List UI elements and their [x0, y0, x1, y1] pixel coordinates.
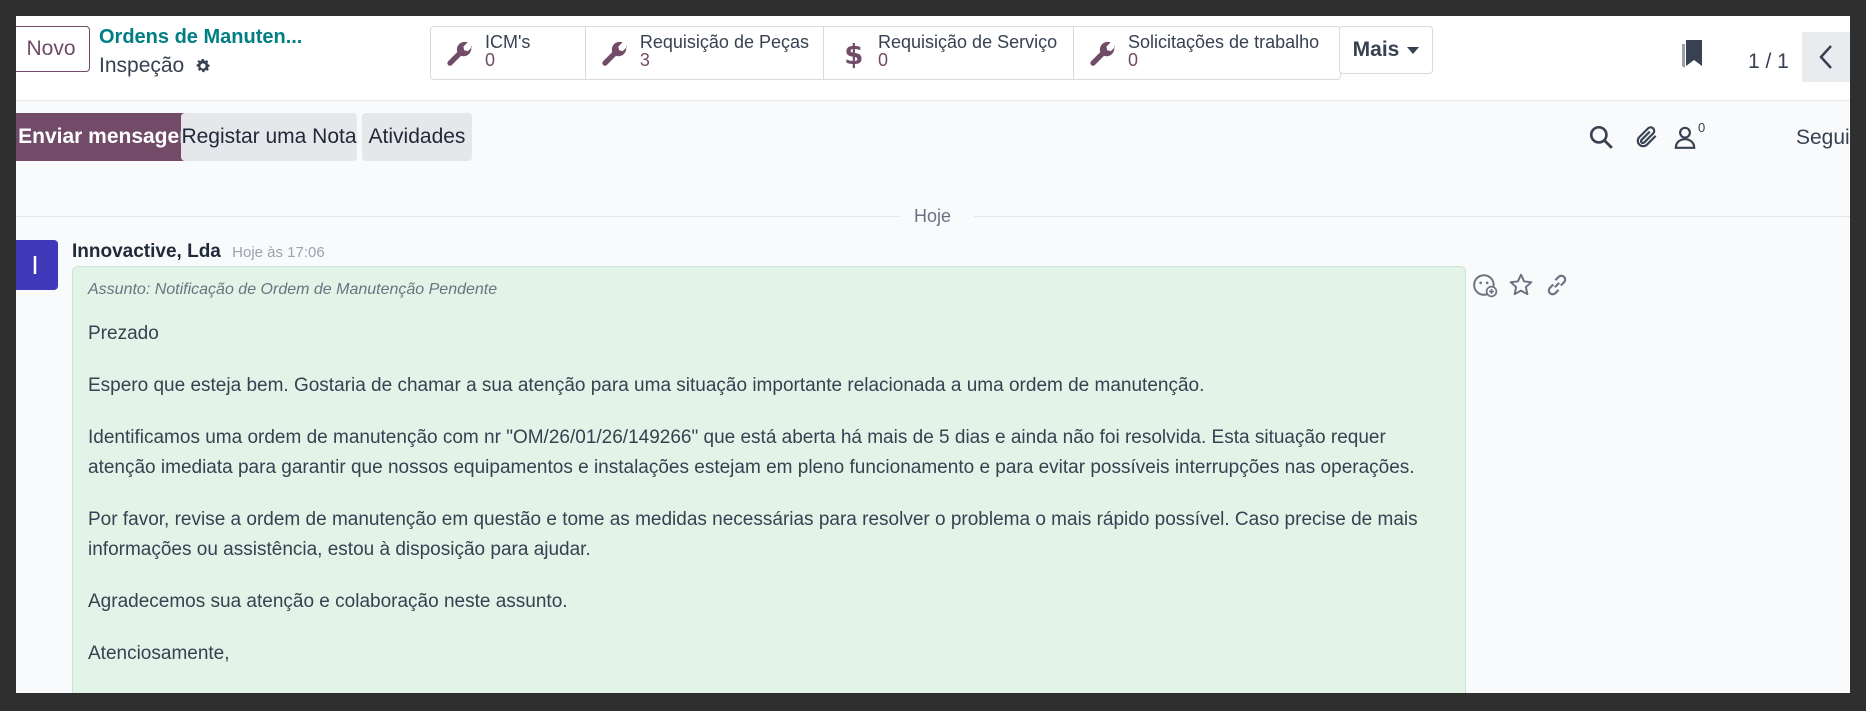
stat-value: 0 — [485, 50, 496, 70]
more-button[interactable]: Mais — [1339, 26, 1433, 74]
send-message-button[interactable]: Enviar mensagem — [16, 113, 204, 161]
bookmark-icon[interactable] — [1682, 40, 1702, 68]
wrench-icon — [602, 41, 628, 66]
separator-line — [974, 216, 1850, 217]
star-icon[interactable] — [1508, 272, 1534, 298]
message-paragraph: Agradecemos sua atenção e colaboração ne… — [88, 591, 568, 612]
message-author[interactable]: Innovactive, Lda — [72, 241, 221, 262]
stat-label: Solicitações de trabalho — [1128, 32, 1320, 52]
message-paragraph: Por favor, revise a ordem de manutenção … — [88, 509, 1418, 560]
message-paragraph: Identificamos uma ordem de manutenção co… — [88, 427, 1415, 478]
stat-value: 3 — [639, 50, 650, 70]
stat-button-icms[interactable]: ICM's 0 — [431, 27, 586, 79]
activities-button[interactable]: Atividades — [362, 113, 472, 161]
wrench-icon — [447, 41, 473, 66]
day-label: Hoje — [914, 206, 952, 226]
add-reaction-icon[interactable] — [1472, 272, 1498, 298]
separator-line — [16, 216, 900, 217]
message-paragraph: Atenciosamente, — [88, 643, 230, 664]
previous-record-button[interactable] — [1802, 32, 1850, 82]
pager-value[interactable]: 1 / 1 — [1748, 50, 1789, 74]
dollar-icon: $ — [844, 39, 863, 71]
follow-button[interactable]: Seguir — [1796, 126, 1850, 150]
caret-down-icon — [1407, 46, 1420, 54]
stat-label: ICM's — [485, 32, 531, 52]
paperclip-icon[interactable] — [1634, 124, 1660, 150]
stat-button-work-requests[interactable]: Solicitações de trabalho 0 — [1074, 27, 1340, 79]
day-separator: Hoje — [16, 202, 1850, 232]
breadcrumb-current: Inspeção — [99, 54, 212, 78]
search-icon[interactable] — [1588, 124, 1614, 150]
message-paragraph: Prezado — [88, 323, 159, 344]
more-label: Mais — [1352, 38, 1400, 61]
followers-icon[interactable] — [1672, 124, 1698, 150]
message-paragraph: Espero que esteja bem. Gostaria de chama… — [88, 375, 1205, 396]
message-body: Prezado Espero que esteja bem. Gostaria … — [88, 319, 1453, 691]
link-icon[interactable] — [1544, 272, 1570, 298]
stat-value: 0 — [1128, 50, 1139, 70]
message-subject: Assunto: Notificação de Ordem de Manuten… — [88, 281, 498, 298]
stat-value: 0 — [878, 50, 889, 70]
message-bubble: Assunto: Notificação de Ordem de Manuten… — [72, 266, 1466, 693]
chevron-left-icon — [1819, 45, 1832, 69]
followers-count: 0 — [1698, 120, 1706, 135]
control-panel: Novo Ordens de Manuten... Inspeção ICM's… — [16, 16, 1850, 101]
gear-icon[interactable] — [194, 57, 212, 75]
stat-label: Requisição de Peças — [639, 32, 809, 52]
message-actions — [1472, 272, 1570, 298]
stat-button-parts-requisition[interactable]: Requisição de Peças 3 — [586, 27, 824, 79]
svg-text:$: $ — [844, 39, 863, 71]
record-title: Inspeção — [99, 54, 185, 77]
app-window: Novo Ordens de Manuten... Inspeção ICM's… — [16, 16, 1850, 693]
log-note-button[interactable]: Registar uma Nota — [181, 113, 357, 161]
smart-buttons: ICM's 0 Requisição de Peças 3 $ Requisiç… — [430, 26, 1341, 80]
avatar[interactable]: I — [16, 240, 58, 290]
message-date: Hoje às 17:06 — [232, 244, 325, 261]
message-header: Innovactive, Lda Hoje às 17:06 — [72, 241, 325, 263]
stat-label: Requisição de Serviço — [878, 32, 1058, 52]
breadcrumb-parent-link[interactable]: Ordens de Manuten... — [99, 26, 302, 49]
wrench-icon — [1090, 41, 1116, 66]
new-button[interactable]: Novo — [16, 26, 90, 72]
stat-button-service-requisition[interactable]: $ Requisição de Serviço 0 — [824, 27, 1074, 79]
